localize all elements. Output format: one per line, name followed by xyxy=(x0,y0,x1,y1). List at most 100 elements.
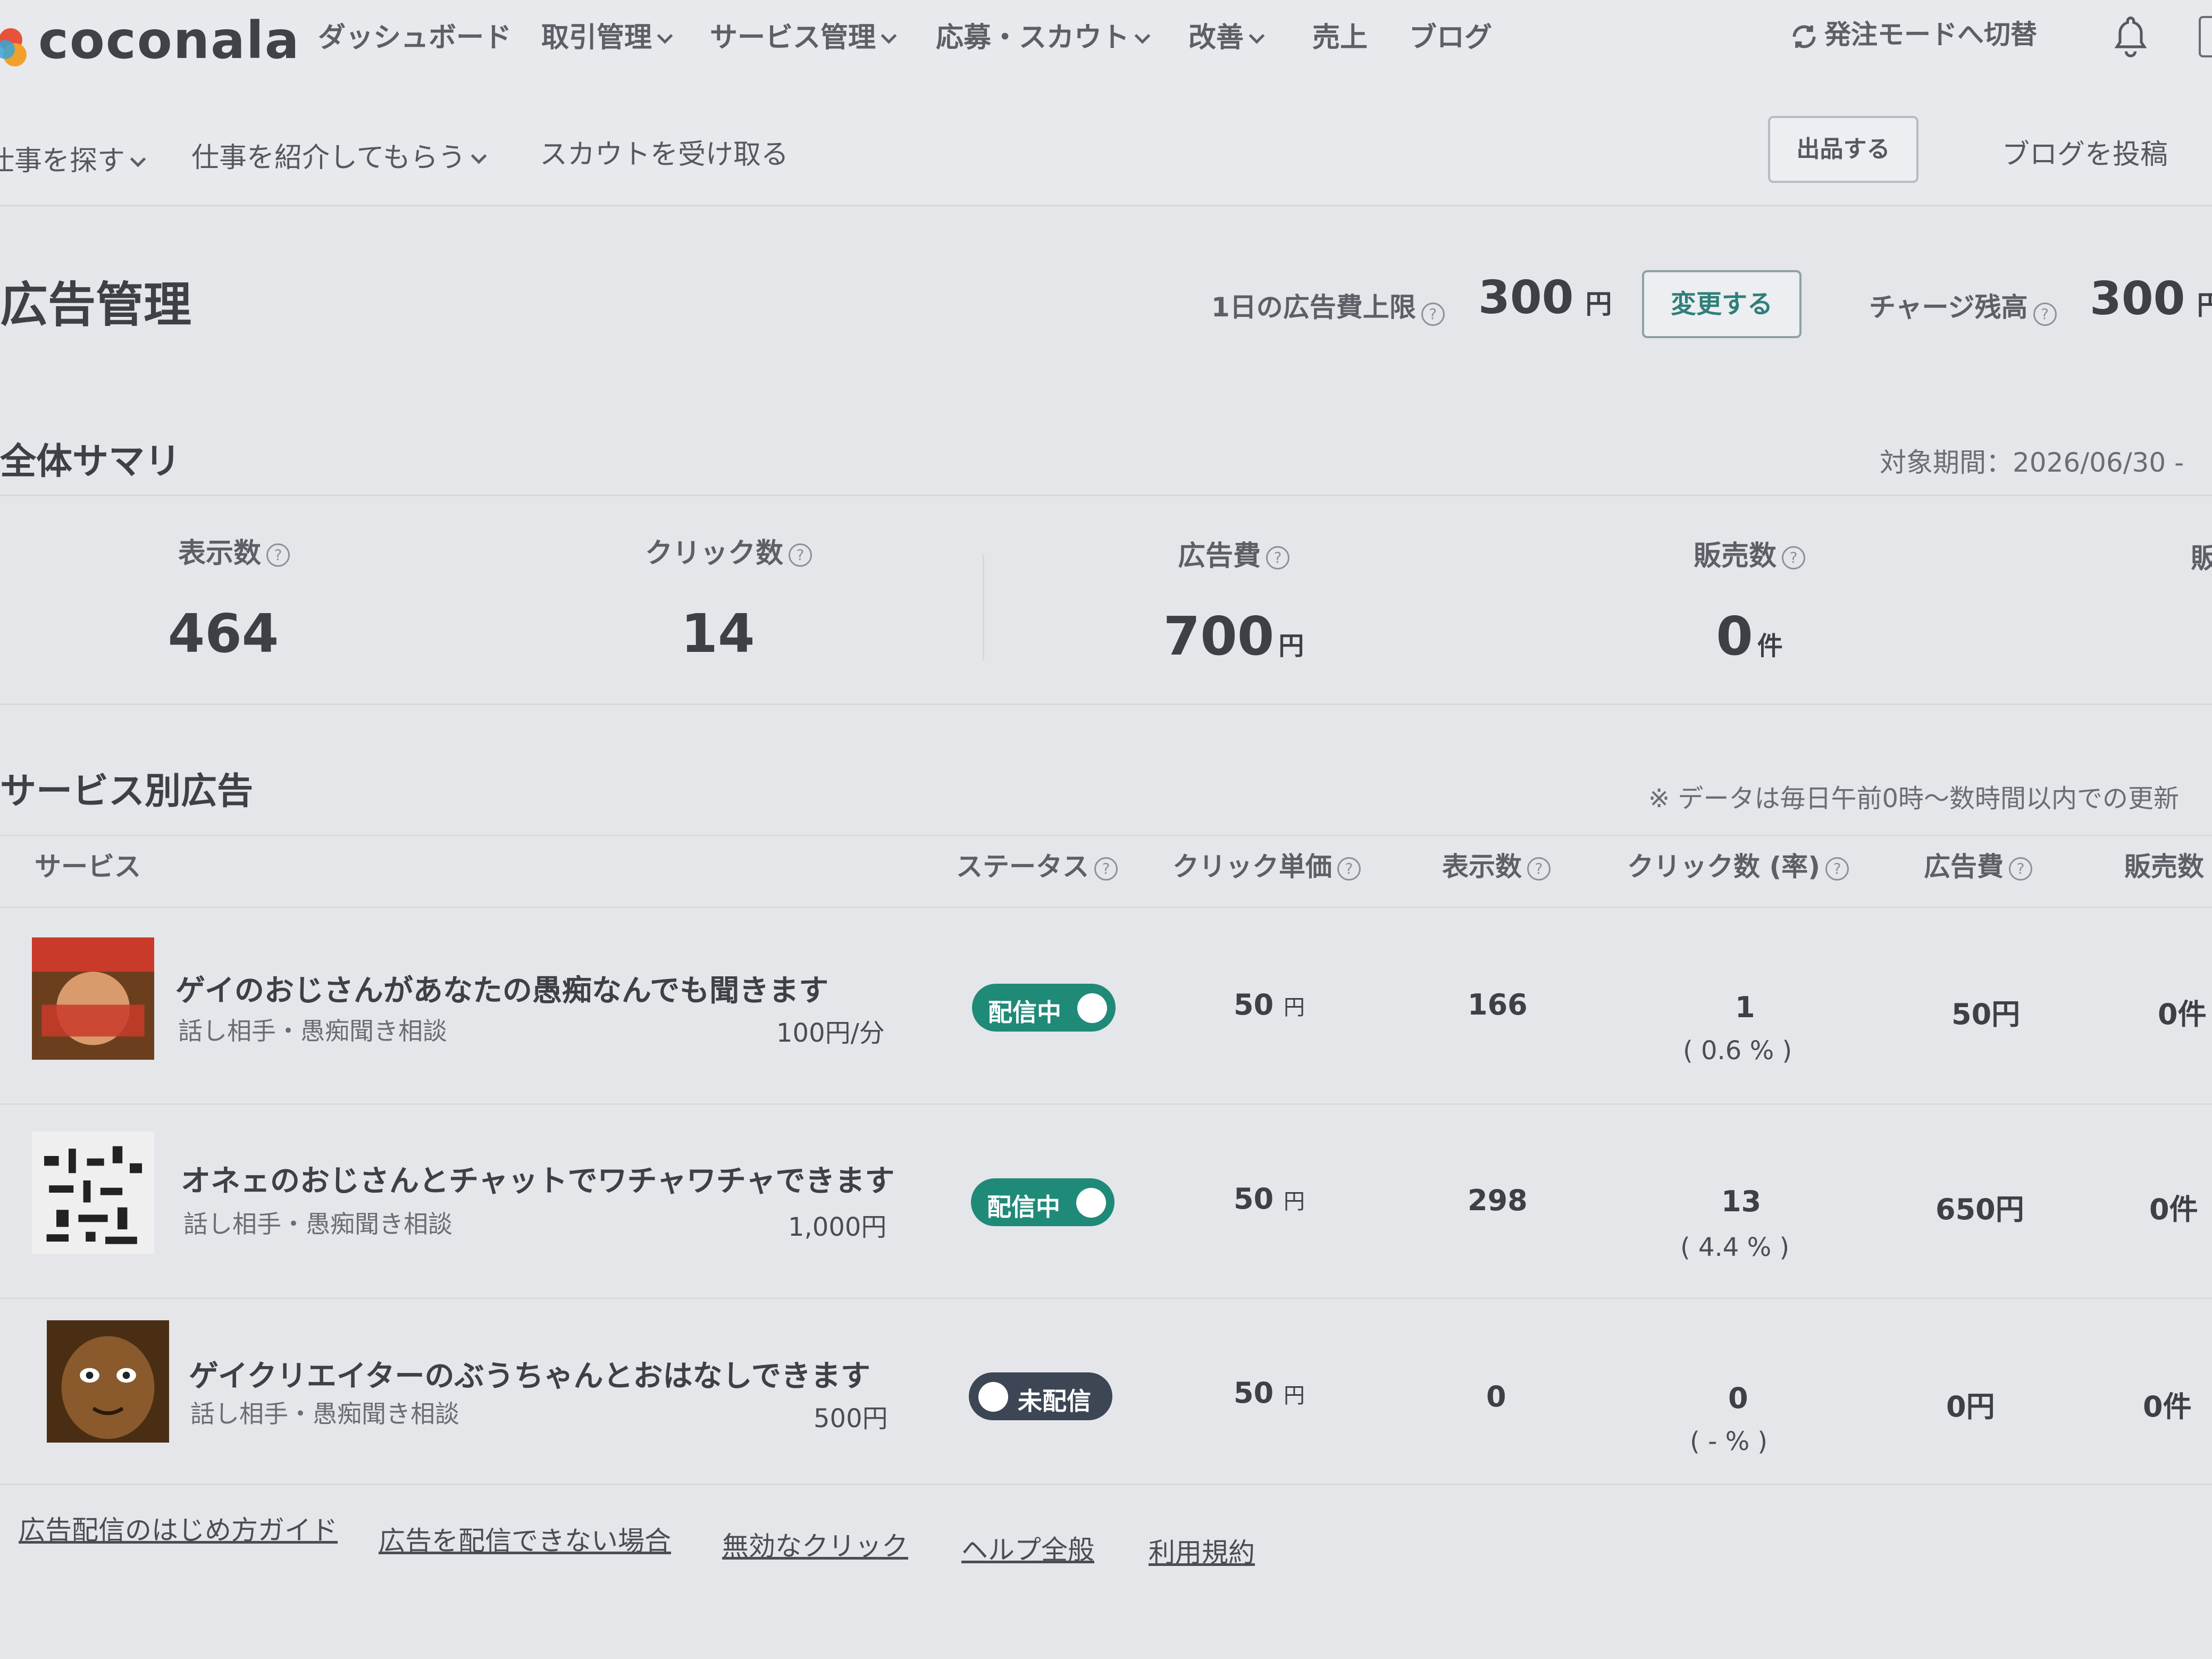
nav-transactions[interactable]: 取引管理 xyxy=(541,15,673,55)
nav-blog[interactable]: ブログ xyxy=(1409,15,1492,55)
cpc-unit: 円 xyxy=(1283,1384,1305,1408)
nav-label: ブログ xyxy=(1409,22,1493,54)
service-category: 話し相手・愚痴聞き相談 xyxy=(190,1400,459,1428)
cpc-value: 50 円 xyxy=(1234,988,1305,1021)
impressions-value: 166 xyxy=(1468,988,1528,1021)
status-label: 未配信 xyxy=(1018,1387,1091,1415)
nav-label: 応募・スカウト xyxy=(936,22,1130,54)
help-icon[interactable]: ? xyxy=(266,543,290,567)
nav-dashboard[interactable]: ダッシュボード xyxy=(318,15,512,55)
summary-number: 700 xyxy=(1163,605,1275,667)
help-icon[interactable]: ? xyxy=(2009,857,2032,881)
toggle-knob xyxy=(1077,993,1107,1023)
status-toggle[interactable]: 未配信 xyxy=(969,1372,1112,1420)
bell-icon[interactable] xyxy=(2112,15,2149,57)
nav-service-management[interactable]: サービス管理 xyxy=(710,15,897,55)
nav-improvement[interactable]: 改善 xyxy=(1188,15,1265,55)
balance-number: 300 xyxy=(2090,272,2185,325)
click-rate: ( 0.6 % ) xyxy=(1683,1036,1792,1066)
subnav-label: 仕事を探す xyxy=(0,145,125,177)
help-icon[interactable]: ? xyxy=(1266,546,1289,569)
logo-text[interactable]: coconala xyxy=(38,11,300,70)
help-icon[interactable]: ? xyxy=(1825,857,1849,881)
blog-post-link[interactable]: ブログを投稿 xyxy=(2002,132,2168,172)
click-rate: ( - % ) xyxy=(1690,1427,1768,1456)
chevron-down-icon xyxy=(657,28,673,44)
service-thumbnail[interactable] xyxy=(32,1132,154,1254)
service-ads-heading: サービス別広告 xyxy=(0,770,254,812)
summary-label-text: 販売数 xyxy=(1693,540,1777,572)
col-sales: 販売数 xyxy=(2124,851,2204,882)
ad-cost-value: 650円 xyxy=(1936,1193,2024,1226)
chevron-down-icon xyxy=(130,151,146,167)
top-header: coconala ダッシュボード 取引管理 サービス管理 応募・スカウト 改善 … xyxy=(0,0,2212,103)
balance-label: チャージ残高? xyxy=(1869,286,2057,326)
service-category: 話し相手・愚痴聞き相談 xyxy=(178,1017,447,1045)
subnav-receive-scouts[interactable]: スカウトを受け取る xyxy=(540,132,789,172)
nav-label: 取引管理 xyxy=(541,22,652,54)
page-title: 広告管理 xyxy=(0,277,191,333)
status-label: 配信中 xyxy=(988,998,1061,1027)
summary-label: 広告費? xyxy=(1122,533,1345,573)
service-category: 話し相手・愚痴聞き相談 xyxy=(183,1210,453,1238)
col-impressions: 表示数? xyxy=(1442,845,1551,884)
subnav-label: スカウトを受け取る xyxy=(540,139,789,171)
nav-applications-scout[interactable]: 応募・スカウト xyxy=(936,15,1151,55)
summary-label: クリック数? xyxy=(622,531,835,571)
col-status-label: ステータス xyxy=(956,851,1089,882)
cpc-number: 50 xyxy=(1234,1376,1274,1410)
summary-clicks: クリック数? 14 xyxy=(622,531,835,665)
col-impressions-label: 表示数 xyxy=(1442,851,1522,882)
service-price: 1,000円 xyxy=(788,1212,887,1242)
chevron-down-icon xyxy=(1249,28,1265,44)
sales-value: 0件 xyxy=(2158,998,2207,1031)
cannot-deliver-link[interactable]: 広告を配信できない場合 xyxy=(379,1520,671,1558)
publish-button[interactable]: 出品する xyxy=(1768,116,1918,183)
coconala-logo-icon[interactable] xyxy=(0,24,32,72)
service-price: 100円/分 xyxy=(776,1018,885,1048)
help-icon[interactable]: ? xyxy=(1421,302,1445,326)
service-title[interactable]: オネェのおじさんとチャットでワチャワチャできます xyxy=(181,1157,894,1200)
mode-switch-label: 発注モードへ切替 xyxy=(1824,19,2037,50)
nav-label: 売上 xyxy=(1312,22,1368,54)
summary-number: 14 xyxy=(681,602,755,665)
nav-sales[interactable]: 売上 xyxy=(1312,15,1368,55)
summary-value: 464 xyxy=(106,602,340,665)
status-toggle[interactable]: 配信中 xyxy=(971,1178,1115,1226)
col-cpc-label: クリック単価 xyxy=(1172,851,1332,882)
invalid-click-link[interactable]: 無効なクリック xyxy=(722,1525,908,1563)
summary-value: 0件 xyxy=(1638,605,1861,667)
daily-limit-label-text: 1日の広告費上限 xyxy=(1211,292,1416,323)
help-icon[interactable]: ? xyxy=(1782,546,1805,569)
summary-period: 対象期間：2026/06/30 - xyxy=(1880,447,2184,478)
service-thumbnail[interactable] xyxy=(47,1320,169,1443)
col-status: ステータス? xyxy=(956,845,1118,884)
change-limit-button[interactable]: 変更する xyxy=(1642,270,1802,338)
terms-link[interactable]: 利用規約 xyxy=(1149,1531,1255,1570)
help-icon[interactable]: ? xyxy=(2033,302,2057,326)
impressions-value: 298 xyxy=(1468,1184,1528,1217)
summary-number: 0 xyxy=(1716,605,1753,667)
order-mode-switch[interactable]: 発注モードへ切替 xyxy=(1789,13,2037,52)
service-title[interactable]: ゲイのおじさんがあなたの愚痴なんでも聞きます xyxy=(175,967,828,1010)
help-icon[interactable]: ? xyxy=(1337,857,1361,881)
help-icon[interactable]: ? xyxy=(1094,857,1118,881)
clicks-value: 1 xyxy=(1735,991,1755,1024)
service-thumbnail[interactable] xyxy=(32,937,154,1060)
service-title[interactable]: ゲイクリエイターのぶうちゃんとおはなしできます xyxy=(189,1352,870,1395)
help-icon[interactable]: ? xyxy=(789,543,812,567)
summary-heading: 全体サマリ xyxy=(0,441,181,483)
help-link[interactable]: ヘルプ全般 xyxy=(961,1529,1094,1567)
service-image-icon xyxy=(32,1132,154,1254)
toggle-knob xyxy=(1076,1188,1106,1218)
summary-ad-cost: 広告費? 700 円 xyxy=(1122,533,1345,667)
account-menu-icon[interactable] xyxy=(2199,16,2212,57)
help-icon[interactable]: ? xyxy=(1527,857,1551,881)
sub-navigation: 仕事を探す 仕事を紹介してもらう スカウトを受け取る 出品する ブログを投稿 xyxy=(0,101,2212,206)
status-toggle[interactable]: 配信中 xyxy=(972,984,1116,1032)
service-image-icon xyxy=(32,937,154,1060)
table-row: オネェのおじさんとチャットでワチャワチャできます 話し相手・愚痴聞き相談 1,0… xyxy=(0,1103,2212,1296)
guide-link[interactable]: 広告配信のはじめ方ガイド xyxy=(19,1509,338,1547)
subnav-get-introduced[interactable]: 仕事を紹介してもらう xyxy=(191,135,487,175)
subnav-find-work[interactable]: 仕事を探す xyxy=(0,138,146,178)
